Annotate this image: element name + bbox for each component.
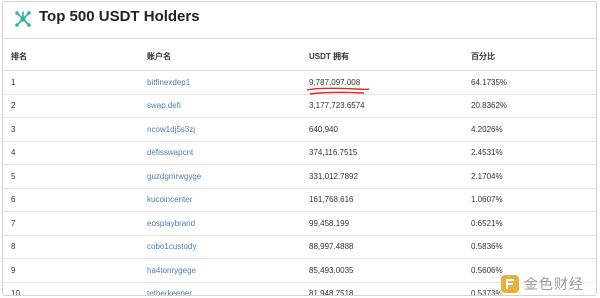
golden-finance-logo-icon xyxy=(501,275,519,293)
column-header-rank: 排名 xyxy=(3,43,141,71)
percent-cell: 20.8362% xyxy=(465,94,596,118)
percent-cell: 1.0607% xyxy=(465,188,596,212)
rank-cell: 9 xyxy=(3,258,141,283)
percent-cell: 0.6521% xyxy=(465,211,596,236)
rank-cell: 1 xyxy=(3,70,141,95)
amount-cell: 85,493.0035 xyxy=(303,258,465,283)
header-divider xyxy=(3,38,596,39)
rank-cell: 4 xyxy=(3,141,141,165)
percent-cell: 2.4531% xyxy=(465,141,596,165)
account-link[interactable]: ncow1dj5s3zj xyxy=(141,117,303,142)
percent-cell: 4.2026% xyxy=(465,117,596,142)
rank-cell: 10 xyxy=(3,282,141,295)
table-row: 8 cobo1custody 88,997.4888 0.5836% xyxy=(3,235,596,259)
watermark-text: 金色财经 xyxy=(524,277,584,293)
account-link[interactable]: eosplaybrand xyxy=(141,211,303,236)
column-header-amount: USDT 拥有 xyxy=(303,43,465,71)
percent-cell: 0.5836% xyxy=(465,235,596,259)
percent-cell: 64.1735% xyxy=(465,70,596,95)
rank-cell: 2 xyxy=(3,94,141,118)
amount-cell: 99,458.199 xyxy=(303,211,465,236)
account-link[interactable]: kucoincenter xyxy=(141,188,303,212)
amount-cell: 161,768.616 xyxy=(303,188,465,212)
table-row: 5 guzdgmrwgyge 331,012.7892 2.1704% xyxy=(3,164,596,189)
panel-header: Top 500 USDT Holders xyxy=(3,2,596,35)
amount-cell: 374,116.7515 xyxy=(303,141,465,165)
account-link[interactable]: defisswapcnt xyxy=(141,141,303,165)
holders-panel: Top 500 USDT Holders 排名 账户名 USDT 拥有 百分比 … xyxy=(2,1,597,296)
rank-cell: 8 xyxy=(3,235,141,259)
annotated-amount: 9,787,097.008 xyxy=(306,78,370,95)
amount-cell: 88,997.4888 xyxy=(303,235,465,259)
table-row: 3 ncow1dj5s3zj 640,940 4.2026% xyxy=(3,117,596,142)
table-row: 1 bitfinexdep1 9,787,097.008 64.1735% xyxy=(3,70,596,95)
table-header-row: 排名 账户名 USDT 拥有 百分比 xyxy=(3,43,596,71)
table-row: 2 swap.defi 3,177,723.6574 20.8362% xyxy=(3,94,596,118)
column-header-account: 账户名 xyxy=(141,43,303,71)
amount-cell: 3,177,723.6574 xyxy=(303,94,465,118)
amount-cell: 81,948.7518 xyxy=(303,282,465,295)
watermark: 金色财经 xyxy=(500,273,596,295)
account-link[interactable]: guzdgmrwgyge xyxy=(141,164,303,189)
table-row: 7 eosplaybrand 99,458.199 0.6521% xyxy=(3,211,596,236)
network-nodes-icon xyxy=(15,11,31,27)
rank-cell: 6 xyxy=(3,188,141,212)
amount-cell: 9,787,097.008 xyxy=(303,70,465,95)
table-row: 4 defisswapcnt 374,116.7515 2.4531% xyxy=(3,141,596,165)
percent-cell: 2.1704% xyxy=(465,164,596,189)
amount-cell: 331,012.7892 xyxy=(303,164,465,189)
account-link[interactable]: cobo1custody xyxy=(141,235,303,259)
table-row: 6 kucoincenter 161,768.616 1.0607% xyxy=(3,188,596,212)
account-link[interactable]: bitfinexdep1 xyxy=(141,70,303,95)
account-link[interactable]: ha4tonrygege xyxy=(141,258,303,283)
red-underline-annotation xyxy=(306,87,370,95)
account-link[interactable]: swap.defi xyxy=(141,94,303,118)
rank-cell: 7 xyxy=(3,211,141,236)
account-link[interactable]: tetherkeeper xyxy=(141,282,303,295)
page-title: Top 500 USDT Holders xyxy=(39,8,200,25)
rank-cell: 3 xyxy=(3,117,141,142)
column-header-percent: 百分比 xyxy=(465,43,596,71)
rank-cell: 5 xyxy=(3,164,141,189)
amount-cell: 640,940 xyxy=(303,117,465,142)
holders-table: 排名 账户名 USDT 拥有 百分比 1 bitfinexdep1 9,787,… xyxy=(3,43,596,295)
